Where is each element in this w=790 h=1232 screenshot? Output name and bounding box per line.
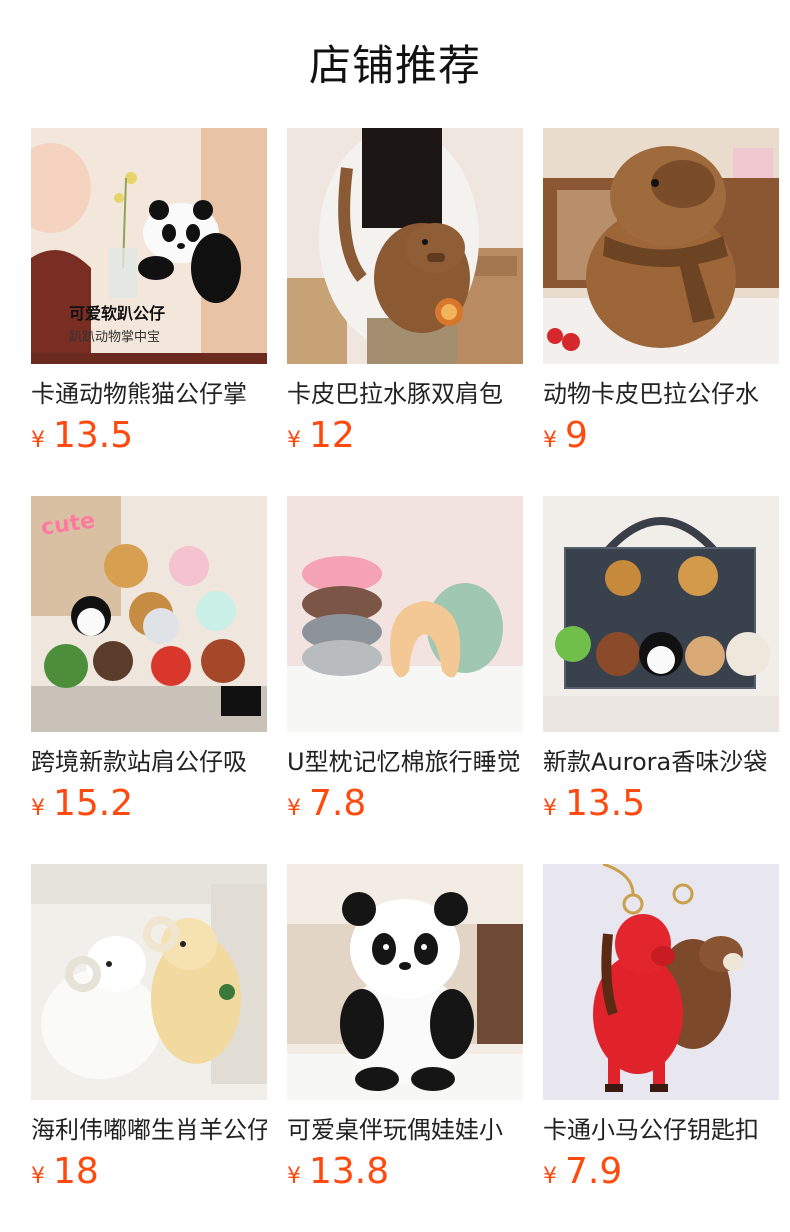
product-image[interactable]: 可爱软趴公仔 趴趴动物掌中宝 [31, 128, 267, 364]
product-price: ¥7.8 [287, 782, 523, 832]
product-card[interactable]: 新款Aurora香味沙袋 ¥13.5 [543, 496, 779, 832]
product-name[interactable]: 卡通动物熊猫公仔掌 [31, 378, 267, 410]
currency-symbol: ¥ [287, 428, 301, 453]
product-card[interactable]: U型枕记忆棉旅行睡觉 ¥7.8 [287, 496, 523, 832]
product-name[interactable]: 新款Aurora香味沙袋 [543, 746, 779, 778]
product-image[interactable] [287, 128, 523, 364]
product-price: ¥7.9 [543, 1150, 779, 1200]
product-name[interactable]: 卡通小马公仔钥匙扣 [543, 1114, 779, 1146]
currency-symbol: ¥ [543, 428, 557, 453]
capybara-backpack-icon [287, 128, 523, 364]
product-price: ¥13.8 [287, 1150, 523, 1200]
product-price: ¥9 [543, 414, 779, 464]
currency-symbol: ¥ [31, 1164, 45, 1189]
product-price: ¥13.5 [31, 414, 267, 464]
price-value: 12 [309, 415, 355, 456]
product-price: ¥15.2 [31, 782, 267, 832]
product-card[interactable]: 卡皮巴拉水豚双肩包 ¥12 [287, 128, 523, 464]
page-title: 店铺推荐 [308, 41, 481, 90]
product-name[interactable]: 动物卡皮巴拉公仔水 [543, 378, 779, 410]
currency-symbol: ¥ [31, 796, 45, 821]
product-card[interactable]: 可爱桌伴玩偶娃娃小 ¥13.8 [287, 864, 523, 1200]
product-image[interactable] [543, 128, 779, 364]
horse-keychain-icon [543, 864, 779, 1100]
product-price: ¥18 [31, 1150, 267, 1200]
price-value: 7.9 [565, 1151, 623, 1192]
product-image[interactable] [287, 496, 523, 732]
product-card[interactable]: 卡通小马公仔钥匙扣 ¥7.9 [543, 864, 779, 1200]
image-overlay-title: 可爱软趴公仔 [69, 304, 166, 323]
price-value: 13.5 [53, 415, 134, 456]
product-price: ¥13.5 [543, 782, 779, 832]
product-image[interactable]: cute [31, 496, 267, 732]
product-price: ¥12 [287, 414, 523, 464]
product-card[interactable]: 可爱软趴公仔 趴趴动物掌中宝 卡通动物熊猫公仔掌 ¥13.5 [31, 128, 267, 464]
capybara-scarf-plush-icon [543, 128, 779, 364]
price-value: 7.8 [309, 783, 367, 824]
product-card[interactable]: 动物卡皮巴拉公仔水 ¥9 [543, 128, 779, 464]
price-value: 13.5 [565, 783, 646, 824]
sheep-plush-icon [31, 864, 267, 1100]
image-overlay-subtitle: 趴趴动物掌中宝 [69, 330, 161, 345]
product-card[interactable]: 海利伟嘟嘟生肖羊公仔 ¥18 [31, 864, 267, 1200]
product-name[interactable]: 海利伟嘟嘟生肖羊公仔 [31, 1114, 267, 1146]
currency-symbol: ¥ [31, 428, 45, 453]
product-card[interactable]: cute 跨境新款站肩公仔吸 ¥15.2 [31, 496, 267, 832]
aurora-plush-group-icon [543, 496, 779, 732]
price-value: 18 [53, 1151, 99, 1192]
currency-symbol: ¥ [543, 1164, 557, 1189]
product-name[interactable]: 跨境新款站肩公仔吸 [31, 746, 267, 778]
panda-desk-plush-icon [287, 864, 523, 1100]
shop-recommend-page: 店铺推荐 可爱软趴公仔 趴趴动物掌中宝 卡通动物熊猫公仔掌 ¥ 13.5 卡皮巴… [0, 0, 790, 1232]
product-name[interactable]: 可爱桌伴玩偶娃娃小 [287, 1114, 523, 1146]
price-value: 13.8 [309, 1151, 390, 1192]
currency-symbol: ¥ [287, 796, 301, 821]
product-image[interactable] [31, 864, 267, 1100]
currency-symbol: ¥ [287, 1164, 301, 1189]
product-name[interactable]: 卡皮巴拉水豚双肩包 [287, 378, 523, 410]
price-value: 9 [565, 415, 588, 456]
u-pillow-icon [287, 496, 523, 732]
product-name[interactable]: U型枕记忆棉旅行睡觉 [287, 746, 523, 778]
price-value: 15.2 [53, 783, 134, 824]
product-image[interactable] [543, 496, 779, 732]
product-image[interactable] [543, 864, 779, 1100]
product-image[interactable] [287, 864, 523, 1100]
currency-symbol: ¥ [543, 796, 557, 821]
